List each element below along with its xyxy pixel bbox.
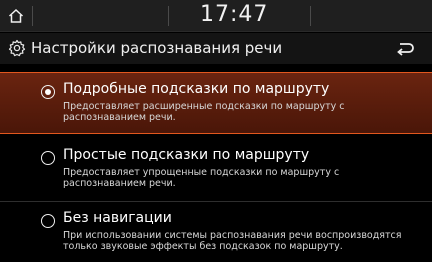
home-icon (8, 8, 24, 23)
radio-selected-dot (44, 88, 51, 95)
status-bar: 17:47 (0, 0, 432, 32)
list-divider (0, 201, 432, 202)
radio-button[interactable] (41, 85, 55, 99)
gear-icon (8, 39, 26, 57)
radio-button[interactable] (41, 214, 55, 228)
back-button[interactable] (383, 37, 427, 60)
page-title: Настройки распознавания речи (31, 39, 283, 57)
option-description: Предоставляет упрощенные подсказки по ма… (63, 167, 340, 189)
option-detailed-guidance[interactable]: Подробные подсказки по маршруту Предоста… (0, 72, 432, 134)
option-description: При использовании системы распознавания … (63, 230, 402, 252)
radio-button[interactable] (41, 151, 55, 165)
title-bar: Настройки распознавания речи (0, 33, 432, 64)
option-title: Подробные подсказки по маршруту (63, 81, 330, 97)
option-title: Без навигации (63, 210, 172, 226)
status-divider (32, 6, 33, 26)
option-no-navigation[interactable]: Без навигации При использовании системы … (0, 206, 432, 262)
clock: 17:47 (200, 2, 269, 27)
status-divider (310, 6, 311, 26)
option-title: Простые подсказки по маршруту (63, 147, 310, 163)
back-arrow-icon (397, 42, 414, 56)
option-simple-guidance[interactable]: Простые подсказки по маршруту Предоставл… (0, 142, 432, 204)
status-divider (168, 6, 169, 26)
option-description: Предоставляет расширенные подсказки по м… (63, 101, 345, 123)
home-button[interactable] (0, 0, 32, 32)
